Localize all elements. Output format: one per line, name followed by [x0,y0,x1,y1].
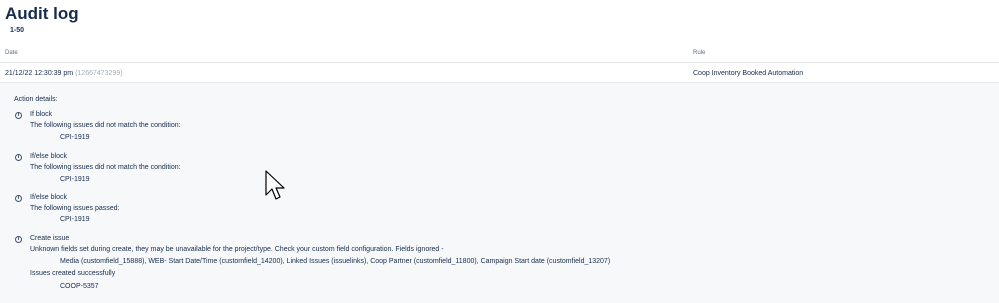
action-title: If/else block [30,153,67,160]
action-message: The following issues did not match the c… [30,122,181,129]
entry-rule-link[interactable]: Coop Inventory Booked Automation [693,70,803,77]
action-details-panel: Action details: i If block The following… [0,83,999,303]
info-icon: i [15,195,22,202]
pagination-range: 1-50 [10,27,25,34]
action-result: Issues created successfully [30,270,116,277]
action-title: Create issue [30,235,70,242]
action-title: If block [30,111,53,118]
issue-link[interactable]: CPI-1919 [60,176,90,183]
action-message: The following issues did not match the c… [30,164,181,171]
table-row-date[interactable]: 21/12/22 12:30:39 pm (12667473299) [5,70,123,77]
ignored-fields-list: Media (customfield_15888), WEB- Start Da… [60,258,611,265]
issue-link[interactable]: CPI-1919 [60,216,90,223]
entry-date: 21/12/22 12:30:39 pm [5,70,74,77]
action-title: If/else block [30,194,67,201]
info-icon: i [15,154,22,161]
action-details-heading: Action details: [14,96,58,103]
info-icon: i [15,112,22,119]
action-message: The following issues passed: [30,205,120,212]
action-message: Unknown fields set during create, they m… [30,246,444,253]
info-icon: i [15,236,22,243]
mouse-pointer-icon [265,170,285,200]
issue-link[interactable]: CPI-1919 [60,134,90,141]
header-divider [0,62,999,63]
entry-id: (12667473299) [75,70,123,77]
page-title: Audit log [5,4,79,23]
column-header-rule[interactable]: Rule [693,50,705,56]
issue-link[interactable]: COOP-5357 [60,283,99,290]
column-header-date[interactable]: Date [5,50,18,56]
